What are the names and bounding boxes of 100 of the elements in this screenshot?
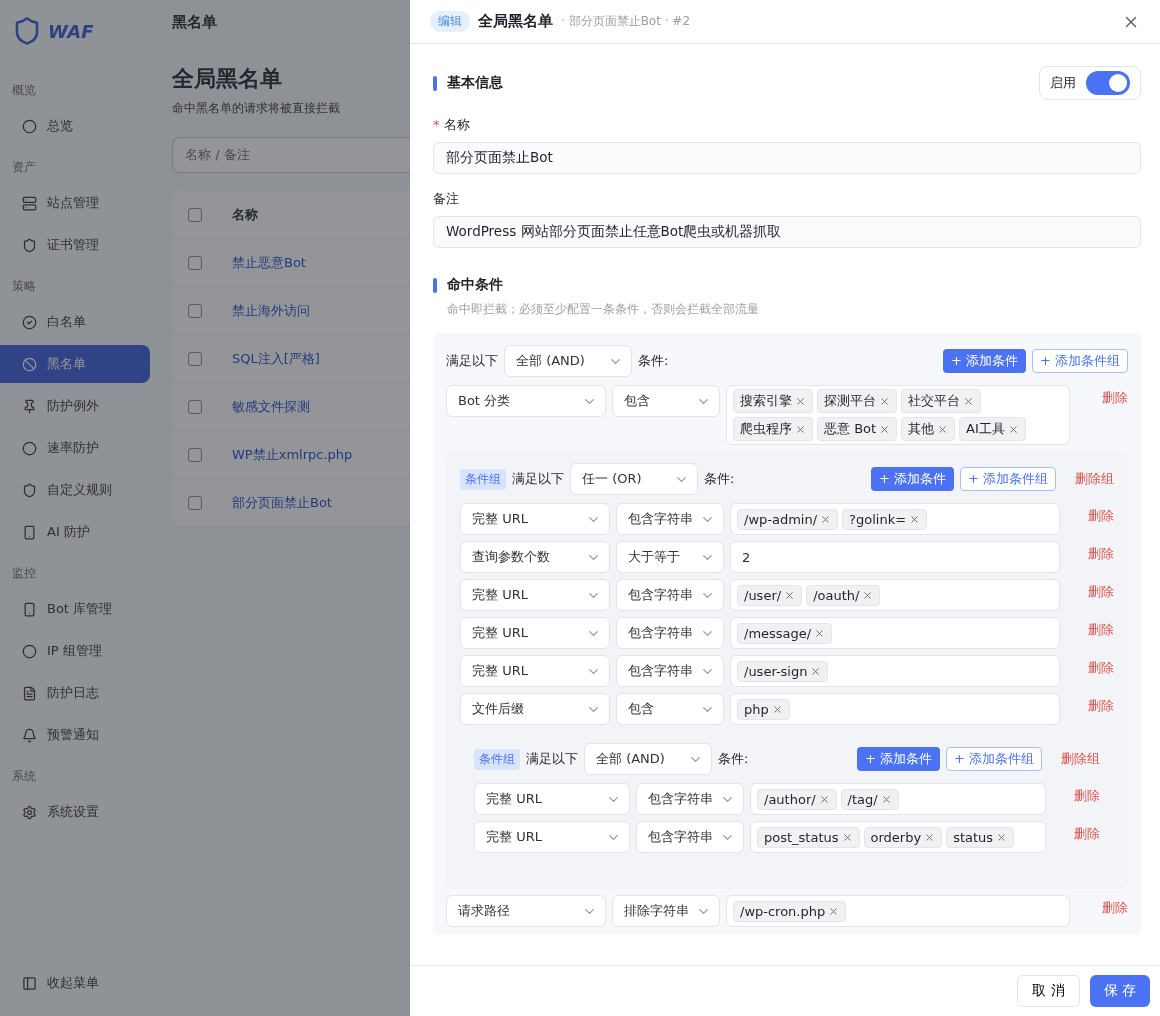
operator-select[interactable]: 包含字符串 — [616, 503, 724, 535]
delete-group-link[interactable]: 删除组 — [1062, 470, 1114, 488]
checkbox[interactable] — [188, 447, 202, 462]
operator-select[interactable]: 包含字符串 — [616, 579, 724, 611]
field-select[interactable]: 查询参数个数 — [460, 541, 610, 573]
sidebar-item[interactable]: 总览 — [0, 107, 150, 145]
operator-select[interactable]: 大于等于 — [616, 541, 724, 573]
tag-input[interactable]: 搜索引擎 探测平台 社交平台 爬虫程序 恶意 Bot 其他 AI工具 — [726, 385, 1070, 445]
sidebar-item[interactable]: 黑名单 — [0, 345, 150, 383]
sidebar-item[interactable]: IP 组管理 — [0, 632, 150, 670]
checkbox[interactable] — [188, 255, 202, 270]
sidebar-item[interactable]: 证书管理 — [0, 226, 150, 264]
operator-select[interactable]: 包含 — [616, 693, 724, 725]
close-icon[interactable] — [795, 423, 806, 435]
close-icon[interactable] — [771, 703, 783, 715]
delete-link[interactable]: 删除 — [1052, 787, 1100, 805]
field-select[interactable]: 完整 URL — [460, 617, 610, 649]
close-icon[interactable] — [1007, 423, 1019, 435]
delete-link[interactable]: 删除 — [1066, 697, 1114, 715]
delete-link[interactable]: 删除 — [1066, 507, 1114, 525]
field-select[interactable]: 完整 URL — [460, 579, 610, 611]
tag-input[interactable]: /wp-cron.php — [726, 895, 1070, 927]
close-icon[interactable] — [820, 513, 832, 525]
close-icon[interactable] — [814, 627, 826, 639]
search-field[interactable]: 名称 / 备注 — [172, 137, 410, 173]
sidebar-item[interactable]: 防护日志 — [0, 674, 150, 712]
delete-link[interactable]: 删除 — [1066, 545, 1114, 563]
cancel-button[interactable]: 取 消 — [1017, 975, 1080, 1007]
delete-link[interactable]: 删除 — [1076, 389, 1128, 407]
close-icon[interactable] — [909, 513, 921, 525]
delete-link[interactable]: 删除 — [1066, 583, 1114, 601]
add-condition-button[interactable]: + 添加条件 — [870, 467, 954, 491]
sidebar-item[interactable]: AI 防护 — [0, 513, 150, 551]
note-input[interactable]: WordPress 网站部分页面禁止任意Bot爬虫或机器抓取 — [433, 216, 1141, 248]
tag-input[interactable]: /wp-admin/ ?golink= — [730, 503, 1060, 535]
operator-select[interactable]: 包含 — [612, 385, 720, 417]
tag-input[interactable]: /user/ /oauth/ — [730, 579, 1060, 611]
sidebar-item[interactable]: 速率防护 — [0, 429, 150, 467]
sidebar-item[interactable]: 站点管理 — [0, 184, 150, 222]
add-group-button[interactable]: + 添加条件组 — [1031, 349, 1128, 373]
sidebar-item[interactable]: 自定义规则 — [0, 471, 150, 509]
close-icon[interactable] — [937, 423, 949, 435]
operator-select[interactable]: 包含字符串 — [636, 821, 744, 853]
add-group-button[interactable]: + 添加条件组 — [959, 467, 1056, 491]
add-condition-button[interactable]: + 添加条件 — [856, 747, 940, 771]
rule-link[interactable]: 敏感文件探测 — [232, 397, 310, 416]
field-select[interactable]: 完整 URL — [474, 783, 630, 815]
delete-link[interactable]: 删除 — [1066, 621, 1114, 639]
collapse-menu[interactable]: 收起菜单 — [47, 974, 99, 992]
checkbox[interactable] — [188, 399, 202, 414]
close-icon[interactable] — [862, 589, 874, 601]
close-icon[interactable] — [879, 423, 891, 435]
name-input[interactable]: 部分页面禁止Bot — [433, 142, 1141, 174]
field-select[interactable]: 完整 URL — [474, 821, 630, 853]
checkbox[interactable] — [188, 303, 202, 318]
operator-select[interactable]: 排除字符串 — [612, 895, 720, 927]
tag-input[interactable]: post_status orderby status — [750, 821, 1046, 853]
close-icon[interactable] — [996, 831, 1008, 843]
rule-link[interactable]: 禁止恶意Bot — [232, 253, 306, 272]
match-select[interactable]: 全部 (AND) — [584, 743, 712, 775]
close-icon[interactable] — [963, 395, 974, 407]
match-select[interactable]: 全部 (AND) — [504, 345, 632, 377]
close-icon[interactable] — [818, 793, 830, 805]
save-button[interactable]: 保 存 — [1089, 975, 1150, 1007]
operator-select[interactable]: 包含字符串 — [616, 617, 724, 649]
close-icon[interactable] — [795, 395, 806, 407]
tag-input[interactable]: /author/ /tag/ — [750, 783, 1046, 815]
rule-link[interactable]: SQL注入[严格] — [232, 349, 320, 368]
delete-link[interactable]: 删除 — [1076, 899, 1128, 917]
close-icon[interactable] — [879, 395, 890, 407]
add-condition-button[interactable]: + 添加条件 — [942, 349, 1026, 373]
operator-select[interactable]: 包含字符串 — [616, 655, 724, 687]
match-select[interactable]: 任一 (OR) — [570, 463, 698, 495]
rule-link[interactable]: 禁止海外访问 — [232, 301, 310, 320]
field-select[interactable]: 文件后缀 — [460, 693, 610, 725]
delete-link[interactable]: 删除 — [1052, 825, 1100, 843]
checkbox[interactable] — [188, 207, 202, 222]
delete-link[interactable]: 删除 — [1066, 659, 1114, 677]
close-icon[interactable] — [841, 831, 853, 843]
checkbox[interactable] — [188, 495, 202, 510]
field-select[interactable]: 完整 URL — [460, 503, 610, 535]
sidebar-item[interactable]: Bot 库管理 — [0, 590, 150, 628]
tag-input[interactable]: /message/ — [730, 617, 1060, 649]
sidebar-item[interactable]: 系统设置 — [0, 793, 150, 831]
tag-input[interactable]: php — [730, 693, 1060, 725]
close-icon[interactable] — [810, 665, 822, 677]
rule-link[interactable]: WP禁止xmlrpc.php — [232, 445, 353, 464]
enable-toggle[interactable]: 启用 — [1039, 66, 1141, 100]
sidebar-item[interactable]: 白名单 — [0, 303, 150, 341]
close-icon[interactable] — [880, 793, 892, 805]
rule-link[interactable]: 部分页面禁止Bot — [232, 493, 332, 512]
sidebar-item[interactable]: 防护例外 — [0, 387, 150, 425]
close-icon[interactable] — [924, 831, 936, 843]
close-icon[interactable] — [784, 589, 796, 601]
add-group-button[interactable]: + 添加条件组 — [945, 747, 1042, 771]
field-select[interactable]: 完整 URL — [460, 655, 610, 687]
field-select[interactable]: 请求路径 — [446, 895, 606, 927]
tag-input[interactable]: /user-sign — [730, 655, 1060, 687]
value-input[interactable]: 2 — [730, 541, 1060, 573]
field-select[interactable]: Bot 分类 — [446, 385, 606, 417]
